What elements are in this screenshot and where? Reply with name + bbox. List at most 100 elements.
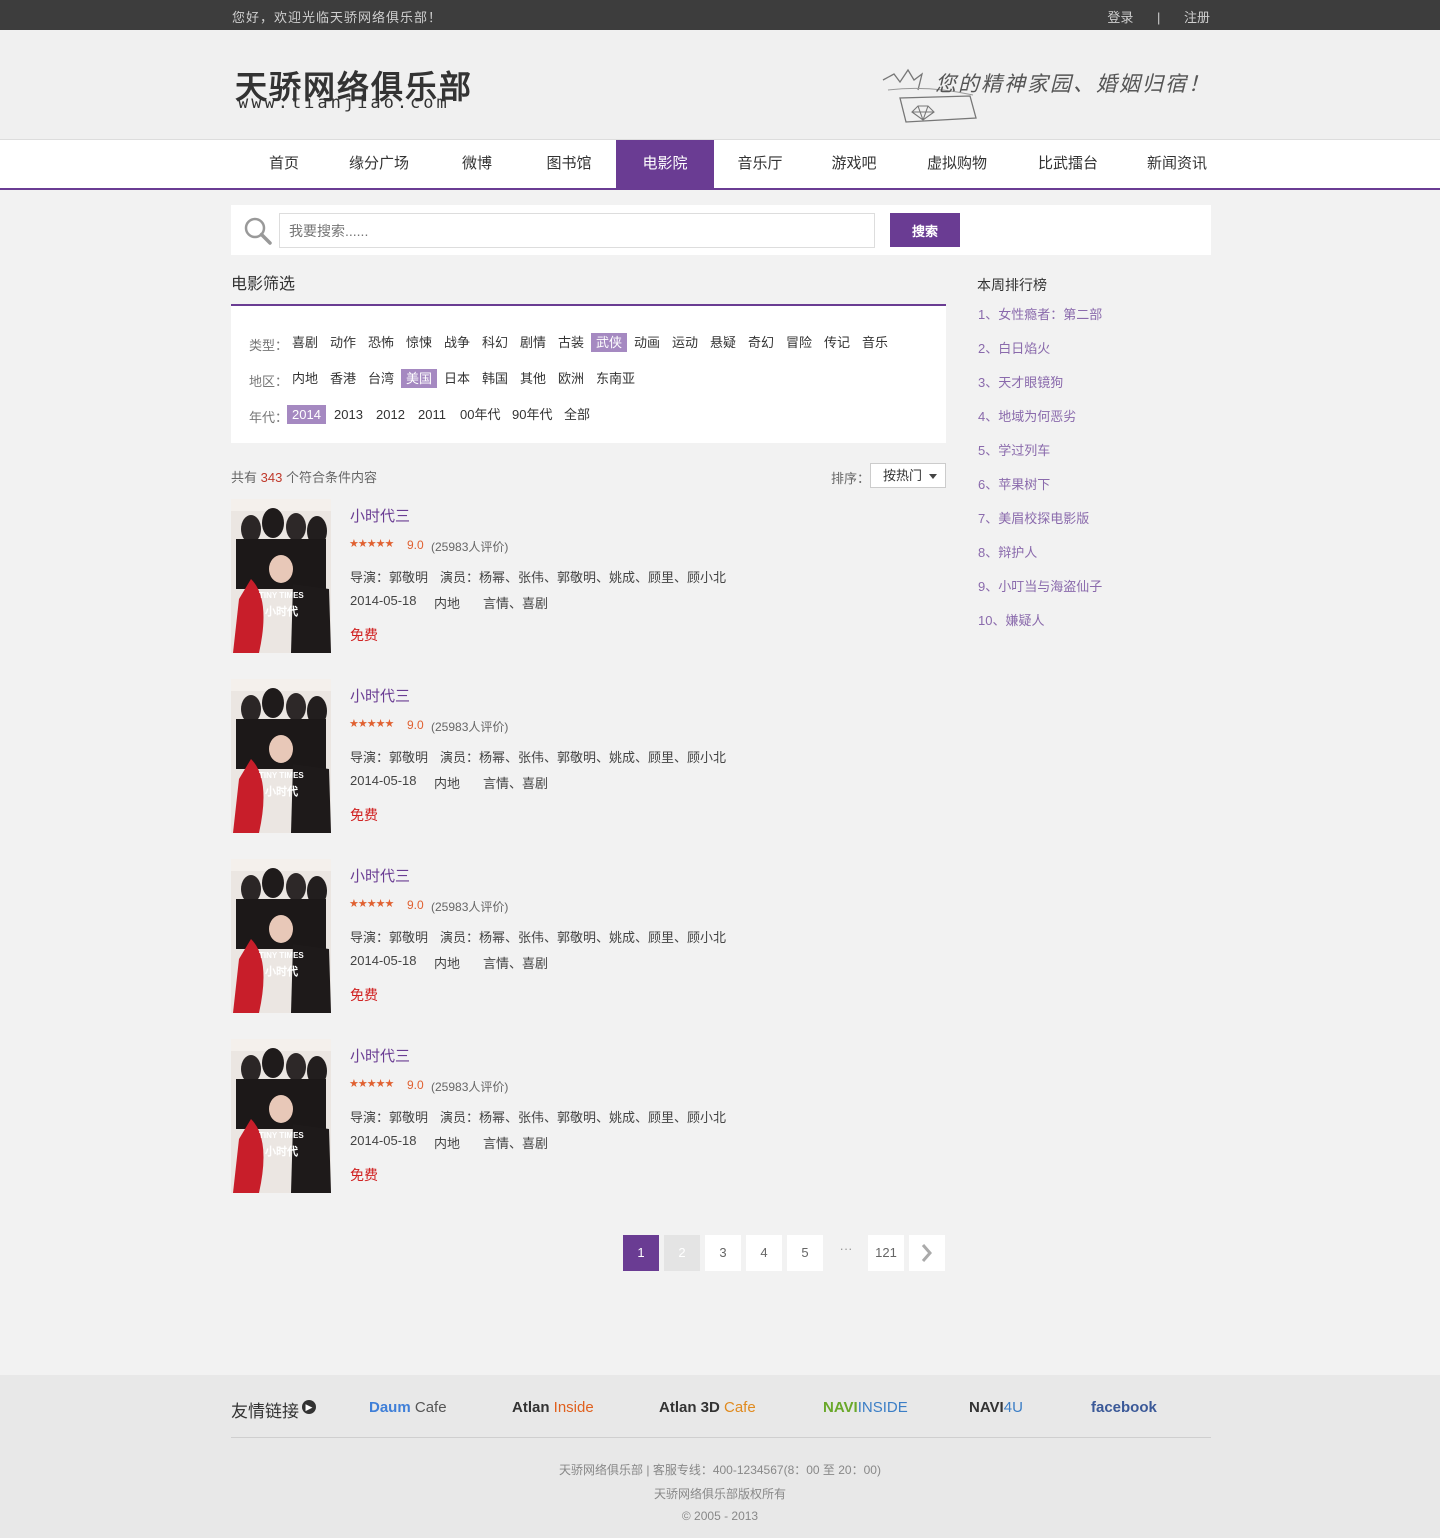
filter-chip[interactable]: 2011 <box>413 405 451 424</box>
filter-chip[interactable]: 悬疑 <box>705 333 741 352</box>
filter-chip[interactable]: 日本 <box>439 369 475 388</box>
movie-poster[interactable]: TINY TIMES 小时代 <box>231 499 331 653</box>
page-button[interactable]: 1 <box>623 1235 659 1271</box>
filter-chip[interactable]: 恐怖 <box>363 333 399 352</box>
movie-price[interactable]: 免费 <box>350 805 378 825</box>
poster-title: 小时代 <box>265 786 298 798</box>
filter-chip[interactable]: 2012 <box>371 405 410 424</box>
filter-chip[interactable]: 传记 <box>819 333 855 352</box>
nav-item[interactable]: 电影院 <box>616 140 714 188</box>
movie-genre: 言情、喜剧 <box>483 956 549 971</box>
search-input[interactable] <box>279 213 875 248</box>
ranking-item[interactable]: 3、天才眼镜狗 <box>978 372 1063 391</box>
filter-chip[interactable]: 喜剧 <box>287 333 323 352</box>
chevron-right-icon[interactable]: ▶ <box>302 1400 316 1414</box>
filter-chip[interactable]: 欧洲 <box>553 369 589 388</box>
filter-chip[interactable]: 惊悚 <box>401 333 437 352</box>
partner-link[interactable]: Atlan Inside <box>512 1399 594 1416</box>
filter-chip[interactable]: 美国 <box>401 369 438 388</box>
ranking-item[interactable]: 2、白日焰火 <box>978 338 1050 357</box>
nav-item[interactable]: 比武擂台 <box>1014 140 1122 188</box>
ranking-item[interactable]: 6、苹果树下 <box>978 474 1050 493</box>
movie-item: TINY TIMES 小时代 小时代三 ★★★★★ 9.0 (25983人评价) 导演：郭敬… <box>231 1039 946 1194</box>
movie-title[interactable]: 小时代三 <box>350 685 410 706</box>
sort-dropdown[interactable]: 按热门 <box>870 463 946 488</box>
ranking-item[interactable]: 7、美眉校探电影版 <box>978 508 1089 527</box>
page-button[interactable]: 2 <box>664 1235 700 1271</box>
filter-chip[interactable]: 2014 <box>287 405 326 424</box>
nav-item[interactable]: 图书馆 <box>519 140 619 188</box>
movie-title[interactable]: 小时代三 <box>350 865 410 886</box>
movie-title[interactable]: 小时代三 <box>350 1045 410 1066</box>
filter-chip[interactable]: 韩国 <box>477 369 513 388</box>
filter-chip[interactable]: 内地 <box>287 369 323 388</box>
movie-director: 导演：郭敬明 <box>350 1110 429 1125</box>
filter-chip[interactable]: 2013 <box>329 405 368 424</box>
movie-price[interactable]: 免费 <box>350 1165 378 1185</box>
page-button[interactable]: 3 <box>705 1235 741 1271</box>
filter-chip[interactable]: 战争 <box>439 333 475 352</box>
search-button[interactable]: 搜索 <box>890 213 960 247</box>
movie-price[interactable]: 免费 <box>350 625 378 645</box>
filter-chip[interactable]: 全部 <box>559 405 595 424</box>
filter-chip[interactable]: 音乐 <box>857 333 893 352</box>
movie-region: 内地 <box>434 776 461 791</box>
partner-link[interactable]: Atlan 3D Cafe <box>659 1399 756 1416</box>
partner-link[interactable]: facebook <box>1091 1399 1157 1416</box>
ranking-item[interactable]: 1、女性瘾者：第二部 <box>978 304 1102 323</box>
filter-year-label: 年代： <box>249 410 289 425</box>
nav-item[interactable]: 缘分广场 <box>329 140 429 188</box>
movie-poster[interactable]: TINY TIMES 小时代 <box>231 859 331 1013</box>
filter-chip[interactable]: 东南亚 <box>591 369 640 388</box>
rating-stars-icon: ★★★★★ <box>349 898 394 910</box>
poster-title: 小时代 <box>265 1146 298 1158</box>
movie-title[interactable]: 小时代三 <box>350 505 410 526</box>
nav-item[interactable]: 游戏吧 <box>806 140 902 188</box>
ranking-item[interactable]: 8、辩护人 <box>978 542 1037 561</box>
movie-actors: 演员：杨幂、张伟、郭敬明、姚成、顾里、顾小北 <box>440 570 727 585</box>
nav-item[interactable]: 微博 <box>427 140 527 188</box>
movie-date: 2014-05-18 <box>350 773 417 788</box>
nav-item[interactable]: 首页 <box>234 140 334 188</box>
poster-image <box>231 1039 331 1193</box>
filter-chip[interactable]: 科幻 <box>477 333 513 352</box>
ranking-item[interactable]: 10、嫌疑人 <box>978 610 1044 629</box>
filter-chip[interactable]: 剧情 <box>515 333 551 352</box>
filter-chip[interactable]: 古装 <box>553 333 589 352</box>
partner-link[interactable]: Daum Cafe <box>369 1399 447 1416</box>
next-page-button[interactable] <box>909 1235 945 1271</box>
ranking-item[interactable]: 9、小叮当与海盗仙子 <box>978 576 1102 595</box>
filter-chip[interactable]: 其他 <box>515 369 551 388</box>
movie-price[interactable]: 免费 <box>350 985 378 1005</box>
filter-chip[interactable]: 动画 <box>629 333 665 352</box>
movie-poster[interactable]: TINY TIMES 小时代 <box>231 1039 331 1193</box>
filter-chip[interactable]: 奇幻 <box>743 333 779 352</box>
filter-chip[interactable]: 00年代 <box>455 405 505 424</box>
nav-item[interactable]: 虚拟购物 <box>902 140 1012 188</box>
register-link[interactable]: 注册 <box>1184 7 1210 26</box>
filter-chip[interactable]: 武侠 <box>591 333 628 352</box>
page-button-last[interactable]: 121 <box>868 1235 904 1271</box>
filter-chip[interactable]: 香港 <box>325 369 361 388</box>
rating-votes: (25983人评价) <box>431 900 509 914</box>
partner-link[interactable]: NAVI4U <box>969 1399 1023 1416</box>
filter-type-label: 类型： <box>249 338 289 353</box>
filter-chip[interactable]: 冒险 <box>781 333 817 352</box>
filter-chip[interactable]: 运动 <box>667 333 703 352</box>
partner-link[interactable]: NAVIINSIDE <box>823 1399 908 1416</box>
filter-chip[interactable]: 90年代 <box>507 405 557 424</box>
ranking-item[interactable]: 5、学过列车 <box>978 440 1050 459</box>
login-link[interactable]: 登录 <box>1107 7 1133 26</box>
filter-chip[interactable]: 动作 <box>325 333 361 352</box>
page-button[interactable]: 4 <box>746 1235 782 1271</box>
movie-genre: 言情、喜剧 <box>483 1136 549 1151</box>
nav-item[interactable]: 新闻资讯 <box>1122 140 1232 188</box>
page-button[interactable]: 5 <box>787 1235 823 1271</box>
site-footer: 友情链接 ▶ Daum Cafe Atlan Inside Atlan 3D Caf… <box>0 1375 1440 1538</box>
movie-item: TINY TIMES 小时代 小时代三 ★★★★★ 9.0 (25983人评价) 导演：郭敬… <box>231 859 946 1014</box>
filter-chip[interactable]: 台湾 <box>363 369 399 388</box>
nav-item[interactable]: 音乐厅 <box>714 140 806 188</box>
movie-poster[interactable]: TINY TIMES 小时代 <box>231 679 331 833</box>
ranking-item[interactable]: 4、地域为何恶劣 <box>978 406 1076 425</box>
movie-director: 导演：郭敬明 <box>350 930 429 945</box>
